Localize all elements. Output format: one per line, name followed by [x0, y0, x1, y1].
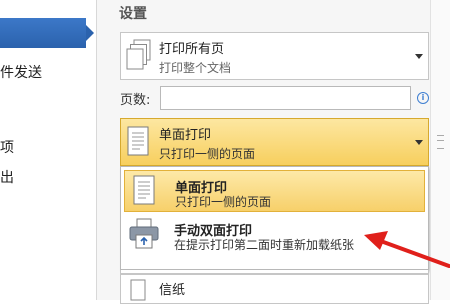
chevron-down-icon — [415, 140, 423, 145]
paper-icon — [130, 279, 146, 301]
pages-stack-icon — [126, 39, 151, 70]
chevron-down-icon — [415, 54, 423, 59]
sides-title: 单面打印 — [159, 128, 212, 143]
scrollbar-grip[interactable] — [437, 135, 444, 149]
option-one-sided[interactable]: 单面打印 只打印一侧的页面 — [124, 170, 425, 212]
pages-input[interactable] — [160, 86, 411, 110]
paper-size-title: 信纸 — [159, 283, 186, 298]
sides-subtitle: 只打印一侧的页面 — [159, 147, 256, 161]
sides-options-menu: 单面打印 只打印一侧的页面 手动双面打印 在提示打印第二面时重新加载纸张 — [120, 166, 429, 270]
print-range-dropdown[interactable]: 打印所有页 打印整个文档 — [120, 32, 429, 80]
print-range-title: 打印所有页 — [159, 42, 225, 57]
sides-dropdown[interactable]: 单面打印 只打印一侧的页面 — [120, 118, 429, 166]
nav-item-send[interactable]: 件发送 — [0, 62, 42, 82]
nav-item-options[interactable]: 项 — [0, 137, 14, 157]
option-one-sided-subtitle: 只打印一侧的页面 — [175, 195, 272, 209]
manual-duplex-printer-icon — [129, 218, 159, 249]
print-range-subtitle: 打印整个文档 — [159, 61, 232, 75]
single-page-icon — [127, 126, 149, 156]
pages-label: 页数: — [120, 93, 151, 108]
nav-selected-pointer — [86, 25, 94, 41]
info-icon[interactable]: i — [417, 92, 429, 104]
option-manual-duplex-subtitle: 在提示打印第二面时重新加载纸张 — [174, 238, 355, 252]
panel-scrollbar[interactable] — [430, 0, 450, 300]
settings-heading: 设置 — [119, 6, 147, 22]
option-manual-duplex[interactable]: 手动双面打印 在提示打印第二面时重新加载纸张 — [124, 214, 425, 256]
nav-item-exit[interactable]: 出 — [0, 167, 14, 187]
single-page-icon — [133, 175, 155, 205]
backstage-nav: 件发送 项 出 — [0, 0, 100, 300]
nav-item-print-selected[interactable] — [0, 18, 86, 48]
